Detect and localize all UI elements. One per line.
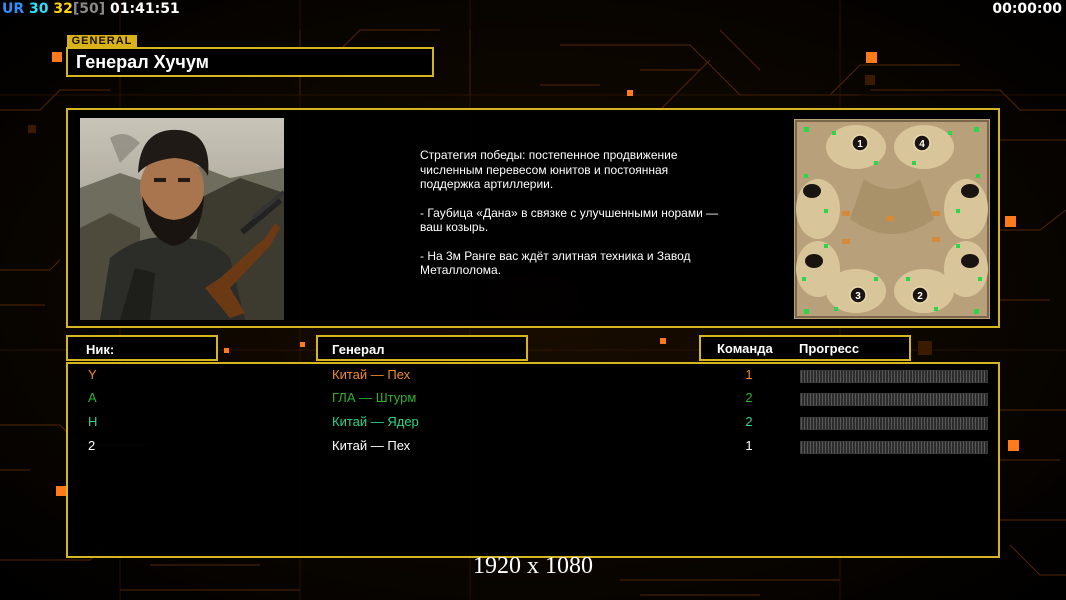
strategy-text: Стратегия победы: постепенное продвижени…: [420, 148, 720, 292]
spawn-1: 1: [857, 139, 863, 150]
header-nick: Ник:: [66, 335, 218, 361]
units-value: 32: [53, 1, 73, 17]
player-general: Китай — Пех: [332, 438, 411, 453]
fps-value: 30: [29, 1, 49, 17]
player-progress-bar: [800, 441, 988, 454]
player-nick: H: [88, 414, 98, 429]
player-team: 1: [745, 438, 753, 453]
player-nick: 2: [88, 438, 96, 453]
player-row: 2 Китай — Пех 1: [68, 438, 1002, 458]
spawn-3: 3: [855, 291, 861, 302]
spawn-2: 2: [917, 291, 923, 302]
player-general: Китай — Ядер: [332, 414, 419, 429]
game-clock: 01:41:51: [110, 1, 180, 17]
strategy-summary: Стратегия победы: постепенное продвижени…: [420, 148, 678, 191]
strategy-tip-2: - На 3м Ранге вас ждёт элитная техника и…: [420, 248, 691, 278]
hud-stats: UR 30 32[50] 01:41:51: [2, 1, 180, 17]
player-team: 2: [745, 390, 753, 405]
player-general: Китай — Пех: [332, 367, 411, 382]
header-team-progress: Команда Прогресс: [699, 335, 911, 361]
players-table: Y Китай — Пех 1 A ГЛА — Штурм 2 H Китай …: [66, 362, 1000, 558]
player-nick: Y: [88, 367, 97, 382]
spawn-4: 4: [919, 139, 925, 150]
player-general: ГЛА — Штурм: [332, 390, 417, 405]
general-name: Генерал Хучум: [76, 52, 209, 72]
header-nick-label: Ник:: [86, 342, 115, 357]
resolution-label: 1920 x 1080: [473, 553, 593, 579]
strategy-tip-1: - Гаубица «Дана» в связке с улучшенными …: [420, 205, 719, 235]
ur-label: UR: [2, 1, 25, 17]
player-row: A ГЛА — Штурм 2: [68, 390, 1002, 410]
player-team: 1: [745, 367, 753, 382]
header-general: Генерал: [316, 335, 528, 361]
header-general-label: Генерал: [332, 342, 385, 357]
player-progress-bar: [800, 417, 988, 430]
match-timer: 00:00:00: [992, 1, 1062, 17]
general-portrait: [80, 118, 284, 320]
general-tag: GENERAL: [67, 35, 137, 47]
player-progress-bar: [800, 370, 988, 383]
player-progress-bar: [800, 393, 988, 406]
general-title-box: Генерал Хучум: [66, 47, 434, 77]
header-team-label: Команда: [717, 341, 773, 356]
minimap: 1 4 3 2: [794, 119, 990, 319]
units-max: [50]: [72, 1, 106, 17]
player-row: Y Китай — Пех 1: [68, 367, 1002, 387]
player-nick: A: [88, 390, 97, 405]
player-team: 2: [745, 414, 753, 429]
player-row: H Китай — Ядер 2: [68, 414, 1002, 434]
header-progress-label: Прогресс: [799, 341, 860, 356]
